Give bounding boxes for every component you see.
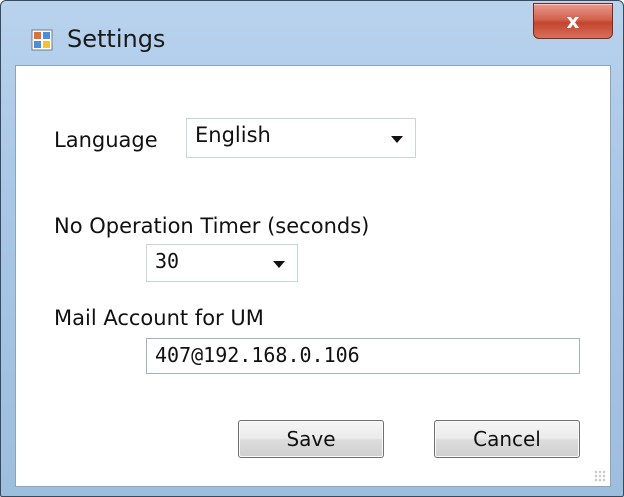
- cancel-button[interactable]: Cancel: [434, 420, 580, 458]
- chevron-down-icon: [273, 261, 285, 268]
- save-button[interactable]: Save: [238, 420, 384, 458]
- app-icon: [31, 29, 53, 51]
- resize-grip-icon[interactable]: [594, 470, 606, 482]
- mail-account-input[interactable]: 407@192.168.0.106: [146, 338, 580, 374]
- title-bar[interactable]: Settings x: [1, 1, 623, 65]
- timer-selected-value: 30: [155, 249, 180, 273]
- close-icon: x: [566, 9, 580, 33]
- settings-panel: Language English No Operation Timer (sec…: [15, 65, 611, 487]
- mail-account-label: Mail Account for UM: [54, 306, 264, 330]
- settings-window: Settings x Language English No Operation…: [0, 0, 624, 497]
- window-title: Settings: [67, 25, 166, 53]
- language-select[interactable]: English: [186, 118, 416, 158]
- language-label: Language: [54, 128, 158, 152]
- timer-label: No Operation Timer (seconds): [54, 214, 370, 238]
- close-button[interactable]: x: [533, 3, 613, 39]
- language-selected-value: English: [195, 123, 271, 147]
- timer-select[interactable]: 30: [146, 244, 298, 282]
- chevron-down-icon: [391, 136, 403, 143]
